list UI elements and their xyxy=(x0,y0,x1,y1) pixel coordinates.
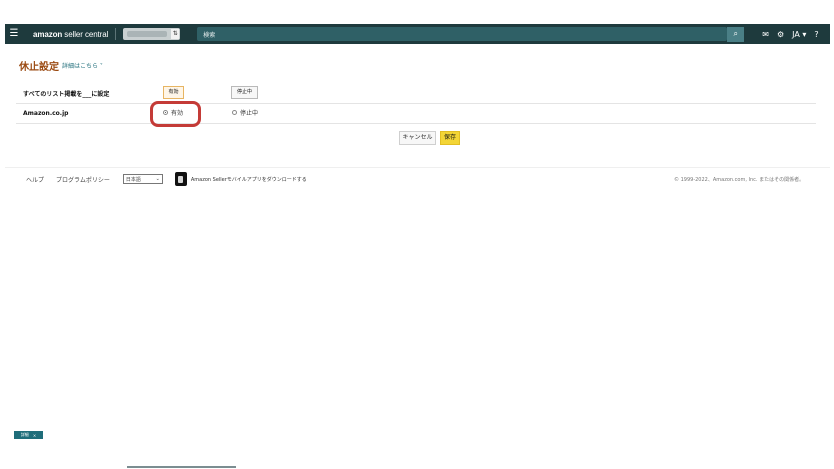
page-title: 休止設定 xyxy=(19,62,59,73)
detail-link[interactable]: 詳細はこちら ˅ xyxy=(62,61,103,70)
chevron-down-icon: ⌄ xyxy=(155,176,160,182)
set-all-stop-button[interactable]: 停止中 xyxy=(231,86,258,99)
set-all-active-button[interactable]: 有効 xyxy=(163,86,184,99)
radio-active-option[interactable]: 有効 xyxy=(163,108,183,117)
header-icons: ✉ ⚙ JA ▾ ? xyxy=(762,30,818,39)
store-selector[interactable]: ⇅ xyxy=(123,28,181,40)
radio-stop-option[interactable]: 停止中 xyxy=(232,108,258,117)
footer-help-link[interactable]: ヘルプ xyxy=(26,175,44,184)
search-input[interactable]: 検索 xyxy=(197,27,728,41)
menu-icon[interactable]: ☰ xyxy=(5,24,23,44)
header-divider xyxy=(115,28,117,40)
marketplace-row: Amazon.co.jp xyxy=(16,104,816,124)
all-listings-row: すべてのリスト掲載を___に設定 xyxy=(16,83,816,104)
browser-top-area xyxy=(0,0,834,22)
save-button[interactable]: 保存 xyxy=(440,131,460,145)
language-select[interactable]: 日本語 ⌄ xyxy=(122,174,163,184)
language-selector[interactable]: JA ▾ xyxy=(792,30,806,39)
detail-badge[interactable]: 詳細 × xyxy=(14,431,43,439)
close-icon[interactable]: × xyxy=(33,433,36,438)
store-name-blur xyxy=(127,31,168,37)
all-listings-label: すべてのリスト掲載を___に設定 xyxy=(23,91,110,98)
help-icon[interactable]: ? xyxy=(814,30,818,39)
search-icon[interactable]: ⌕ xyxy=(727,26,745,42)
radio-active[interactable] xyxy=(163,110,168,115)
footer-divider xyxy=(5,167,830,168)
copyright-text: © 1999-2022、Amazon.com, Inc. またはその関係者。 xyxy=(674,177,805,183)
mail-icon[interactable]: ✉ xyxy=(762,30,769,39)
seller-central-logo[interactable]: amazon seller central xyxy=(33,30,108,39)
mobile-phone-icon xyxy=(174,172,187,186)
search-placeholder: 検索 xyxy=(203,31,216,39)
radio-stop[interactable] xyxy=(232,110,237,115)
footer: ヘルプ プログラムポリシー 日本語 ⌄ Amazon Sellerモバイルアプリ… xyxy=(26,172,307,186)
top-navigation-bar: ☰ amazon seller central ⇅ 検索 ⌕ ✉ ⚙ JA ▾ … xyxy=(5,24,830,44)
marketplace-label: Amazon.co.jp xyxy=(23,110,69,117)
mobile-app-link[interactable]: Amazon Sellerモバイルアプリをダウンロードする xyxy=(191,176,307,183)
cancel-button[interactable]: キャンセル xyxy=(399,131,436,145)
bottom-bar xyxy=(127,466,236,468)
gear-icon[interactable]: ⚙ xyxy=(777,30,784,39)
chevron-down-icon: ⇅ xyxy=(171,29,180,39)
footer-policy-link[interactable]: プログラムポリシー xyxy=(56,175,110,184)
